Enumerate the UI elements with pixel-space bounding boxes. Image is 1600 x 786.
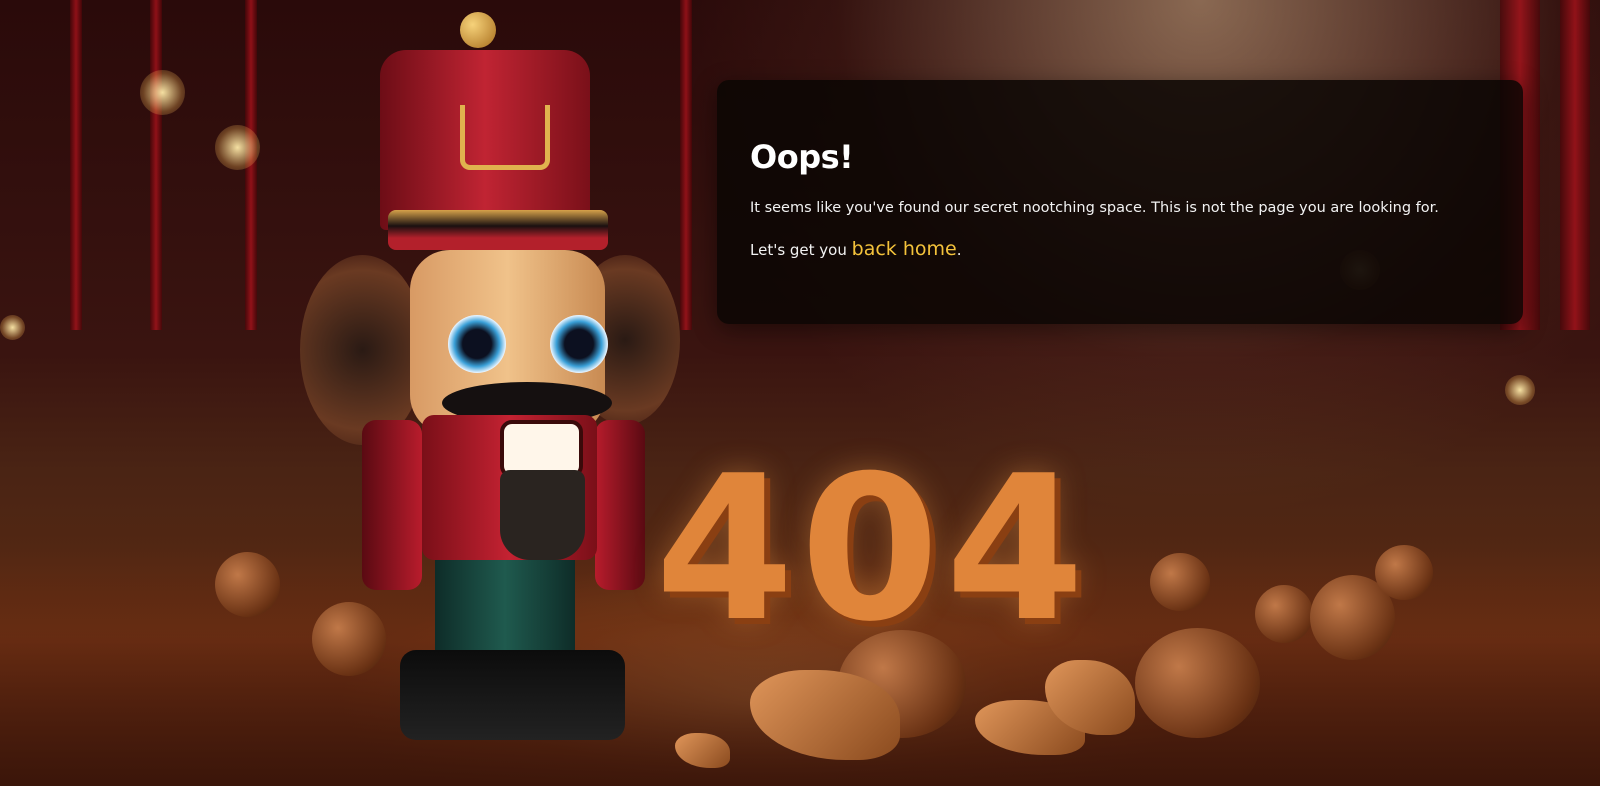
error-title: Oops! (750, 138, 854, 176)
curtain-fold (150, 0, 162, 330)
curtain-fold (70, 0, 82, 330)
home-prompt: Let's get you back home. (750, 238, 1491, 260)
walnut (1135, 628, 1260, 738)
back-home-link[interactable]: back home (852, 238, 957, 260)
home-prompt-prefix: Let's get you (750, 241, 852, 259)
bokeh-light (1505, 375, 1535, 405)
bokeh-light (0, 315, 25, 340)
error-message-card: Oops! It seems like you've found our sec… (717, 80, 1523, 324)
bokeh-light (140, 70, 185, 115)
bokeh-light (215, 125, 260, 170)
error-description: It seems like you've found our secret no… (750, 200, 1439, 216)
error-code-404: 404 (655, 433, 1091, 666)
walnut (1150, 553, 1210, 611)
walnut (1375, 545, 1433, 600)
home-prompt-suffix: . (956, 241, 962, 259)
curtain-fold (680, 0, 692, 330)
error-page: 404 Oops! It seems like you've found our… (0, 0, 1600, 786)
walnut (1255, 585, 1313, 643)
curtain-fold (1560, 0, 1590, 330)
walnut (215, 552, 280, 617)
walnut (312, 602, 386, 676)
